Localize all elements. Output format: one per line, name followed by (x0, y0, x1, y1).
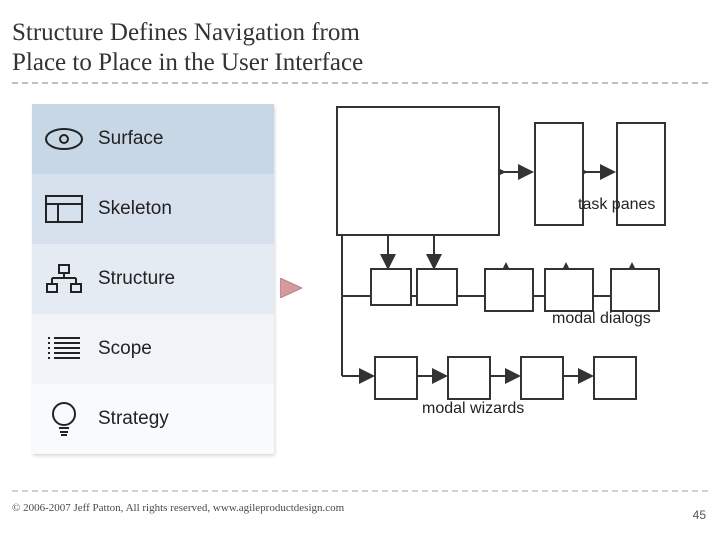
copyright-text: © 2006-2007 Jeff Patton, All rights rese… (12, 502, 344, 514)
layer-label: Scope (98, 338, 152, 360)
wizard-step-box (520, 356, 564, 400)
slide-title: Structure Defines Navigation from Place … (12, 18, 363, 78)
layer-scope: Scope (32, 314, 274, 384)
modal-dialog-box (484, 268, 534, 312)
task-pane-box (534, 122, 584, 226)
wireframe-icon (42, 195, 86, 223)
page-number: 45 (693, 508, 706, 522)
wizard-step-box (374, 356, 418, 400)
title-line-1: Structure Defines Navigation from (12, 18, 363, 48)
title-line-2: Place to Place in the User Interface (12, 48, 363, 78)
small-place-box (416, 268, 458, 306)
pointer-icon (280, 278, 302, 298)
label-task-panes: task panes (578, 196, 655, 214)
navigation-diagram: task panes modal dialogs modal wizards (316, 96, 708, 456)
main-place-box (336, 106, 500, 236)
hierarchy-icon (42, 264, 86, 294)
layer-label: Structure (98, 268, 175, 290)
footer-divider (12, 490, 708, 492)
label-modal-wizards: modal wizards (422, 400, 524, 418)
title-underline (12, 82, 708, 84)
wizard-step-box (447, 356, 491, 400)
layer-label: Skeleton (98, 198, 172, 220)
eye-icon (42, 127, 86, 151)
layer-surface: Surface (32, 104, 274, 174)
modal-dialog-box (544, 268, 594, 312)
list-icon (42, 335, 86, 363)
modal-dialog-box (610, 268, 660, 312)
planes-list: Surface Skeleton Structure (32, 104, 274, 454)
small-place-box (370, 268, 412, 306)
layer-strategy: Strategy (32, 384, 274, 454)
layer-structure: Structure (32, 244, 274, 314)
layer-skeleton: Skeleton (32, 174, 274, 244)
lightbulb-icon (42, 401, 86, 437)
layer-label: Strategy (98, 408, 169, 430)
wizard-step-box (593, 356, 637, 400)
label-modal-dialogs: modal dialogs (552, 310, 651, 328)
layer-label: Surface (98, 128, 163, 150)
